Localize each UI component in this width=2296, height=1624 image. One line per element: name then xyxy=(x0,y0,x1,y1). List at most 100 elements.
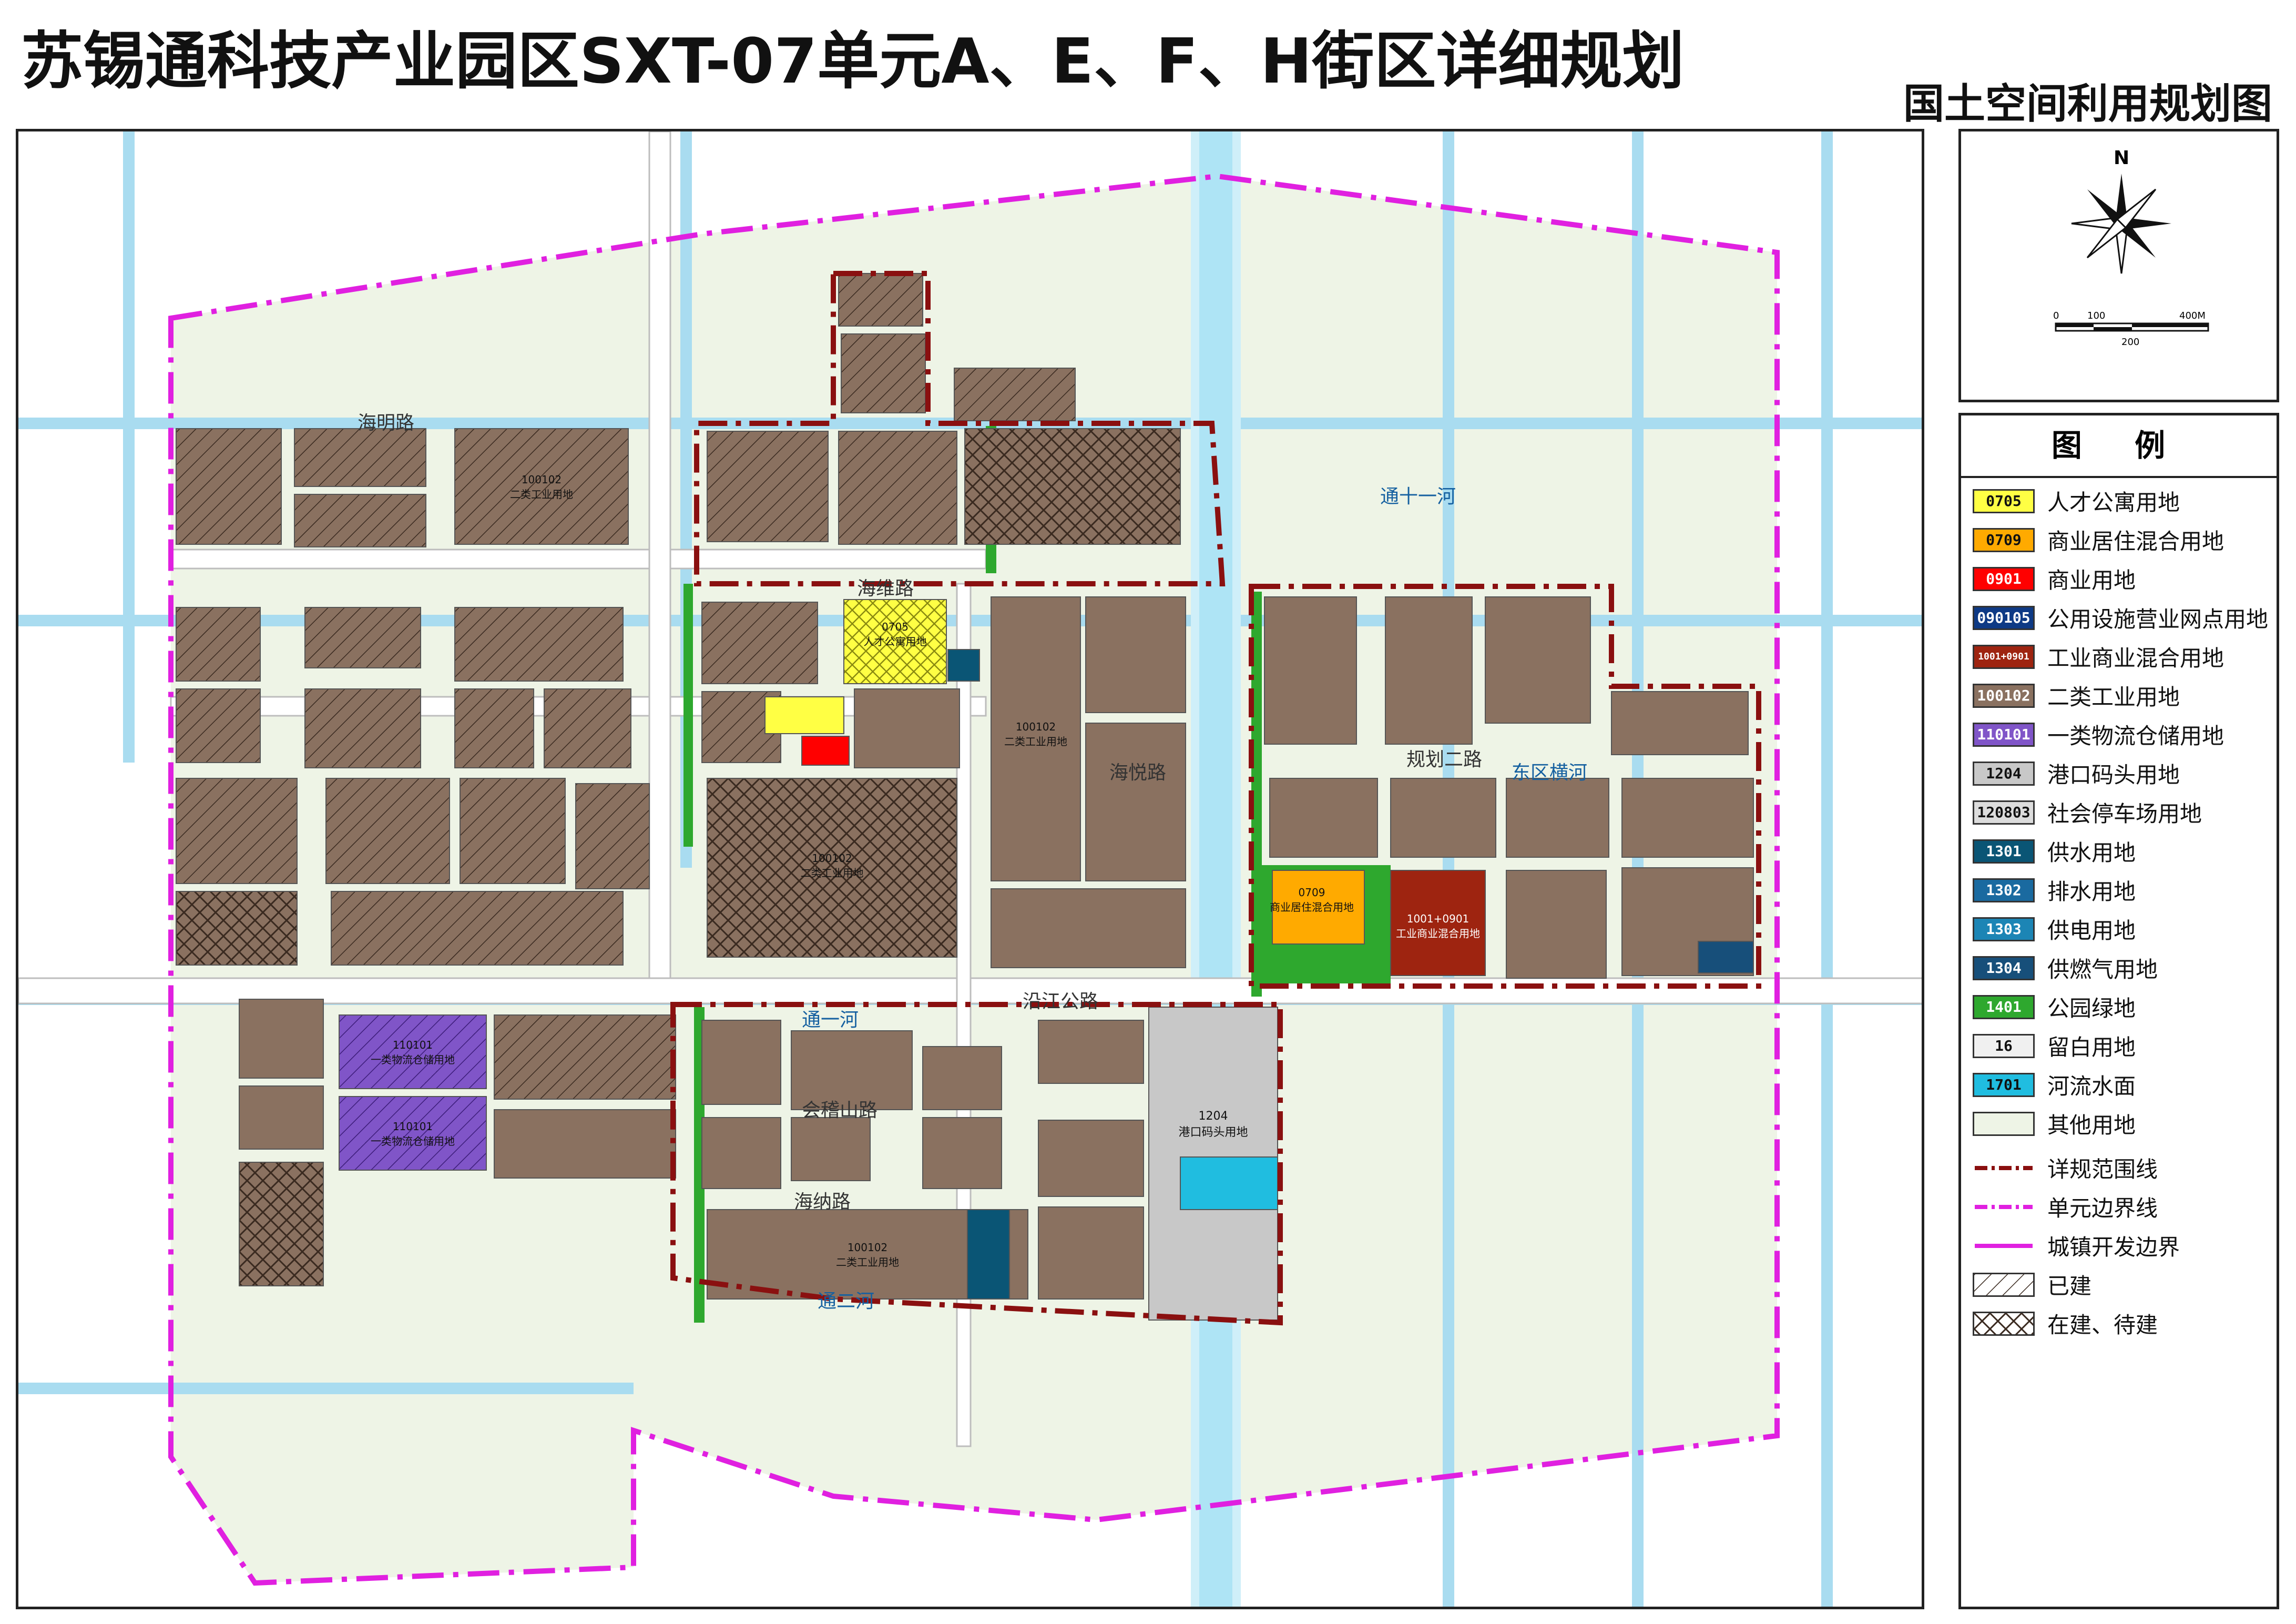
legend-item: 1401 公园绿地 xyxy=(1973,992,2136,1021)
legend-item: 1001+0901 工业商业混合用地 xyxy=(1973,642,2224,671)
legend-swatch: 1301 xyxy=(1973,839,2035,864)
parcel xyxy=(838,273,923,327)
legend-label: 社会停车场用地 xyxy=(2047,801,2202,827)
scale-tick: 400M xyxy=(2179,310,2206,321)
parcel xyxy=(922,1046,1002,1110)
legend-item: 1304 供燃气用地 xyxy=(1973,953,2158,982)
legend-label: 商业用地 xyxy=(2047,567,2136,593)
parcel xyxy=(991,888,1186,968)
parcel xyxy=(176,688,261,763)
parcel xyxy=(1621,778,1754,858)
road-label: 海明路 xyxy=(358,412,415,434)
legend-label: 在建、待建 xyxy=(2047,1312,2158,1338)
hatch-icon xyxy=(1974,1274,2033,1295)
parcel xyxy=(460,778,566,884)
legend-swatch: 0705 xyxy=(1973,489,2035,513)
parcel xyxy=(1506,870,1607,979)
parcel xyxy=(954,368,1076,421)
legend-label: 一类物流仓储用地 xyxy=(2047,723,2224,749)
parcel-label: 100102 二类工业用地 xyxy=(800,852,864,879)
legend-item: 1301 供水用地 xyxy=(1973,837,2136,866)
legend-swatch xyxy=(1973,1195,2035,1219)
parcel xyxy=(304,688,421,768)
parcel xyxy=(176,428,282,545)
legend-title: 图 例 xyxy=(1961,415,2277,478)
legend-label: 港口码头用地 xyxy=(2047,762,2180,788)
legend-item: 城镇开发边界 xyxy=(1973,1231,2180,1260)
legend-item: 详规范围线 xyxy=(1973,1153,2158,1182)
legend-item: 0705 人才公寓用地 xyxy=(1973,486,2180,515)
parcel-label: 1001+0901 工业商业混合用地 xyxy=(1396,912,1480,940)
road-label: 海悦路 xyxy=(1109,762,1167,784)
legend-item: 1303 供电用地 xyxy=(1973,915,2136,943)
parcel xyxy=(239,1162,324,1286)
power-parcel xyxy=(947,649,980,682)
legend-item: 090105 公用设施营业网点用地 xyxy=(1973,603,2268,632)
legend-swatch xyxy=(1973,1156,2035,1180)
legend-item: 0709 商业居住混合用地 xyxy=(1973,525,2224,554)
road-label: 规划二路 xyxy=(1406,749,1483,770)
legend-label: 河流水面 xyxy=(2047,1073,2136,1099)
parcel-label: 100102 二类工业用地 xyxy=(510,473,573,501)
legend-item: 110101 一类物流仓储用地 xyxy=(1973,720,2224,749)
parcel xyxy=(1085,596,1186,713)
legend-item: 16 留白用地 xyxy=(1973,1031,2136,1060)
legend-swatch: 1303 xyxy=(1973,917,2035,941)
legend-swatch: 1304 xyxy=(1973,956,2035,980)
gas-parcel xyxy=(1698,941,1754,973)
parcel xyxy=(1611,691,1749,755)
parcel xyxy=(1038,1120,1144,1197)
legend-label: 详规范围线 xyxy=(2047,1156,2158,1182)
parcel xyxy=(239,999,324,1079)
river-label: 通一河 xyxy=(802,1009,859,1031)
parcel xyxy=(964,428,1181,545)
parcel xyxy=(176,778,298,884)
legend-item: 已建 xyxy=(1973,1270,2091,1299)
parcel xyxy=(1085,723,1186,881)
parcel xyxy=(701,1117,781,1189)
parcel xyxy=(454,688,534,768)
legend-swatch: 1001+0901 xyxy=(1973,644,2035,669)
legend-item: 在建、待建 xyxy=(1973,1309,2158,1338)
parcel-label: 110101 一类物流仓储用地 xyxy=(371,1120,455,1148)
legend-label: 人才公寓用地 xyxy=(2047,490,2180,515)
scale-mid: 200 xyxy=(2121,337,2140,348)
legend-label: 商业居住混合用地 xyxy=(2047,529,2224,554)
legend-label: 单元边界线 xyxy=(2047,1195,2158,1221)
parcel xyxy=(841,333,926,413)
parcel xyxy=(1038,1020,1144,1084)
parcel xyxy=(294,494,426,547)
page-title: 苏锡通科技产业园区SXT-07单元A、E、F、H街区详细规划 xyxy=(21,25,1685,97)
legend-swatch xyxy=(1973,1272,2035,1297)
legend-swatch: 120803 xyxy=(1973,800,2035,825)
legend-label: 供电用地 xyxy=(2047,918,2136,943)
parcel-label: 0709 商业居住混合用地 xyxy=(1270,886,1354,914)
legend-item: 100102 二类工业用地 xyxy=(1973,681,2180,710)
parcel xyxy=(1390,778,1496,858)
river-label: 通二河 xyxy=(818,1291,875,1312)
line-style-icon xyxy=(1975,1243,2033,1248)
scale-tick: 0 xyxy=(2053,310,2059,321)
legend-item: 单元边界线 xyxy=(1973,1192,2158,1221)
planning-map[interactable]: 海明路 海维路 海悦路 沿江公路 会稽山路 海纳路 规划二路 通十一河 通一河 … xyxy=(16,129,1924,1609)
parcel-label: 100102 二类工业用地 xyxy=(836,1241,899,1268)
legend-swatch: 16 xyxy=(1973,1033,2035,1058)
parcel xyxy=(239,1085,324,1150)
legend-item: 120803 社会停车场用地 xyxy=(1973,798,2202,827)
legend-swatch: 0901 xyxy=(1973,566,2035,591)
road-label: 海纳路 xyxy=(794,1191,851,1213)
parcel xyxy=(325,778,450,884)
parcel xyxy=(494,1109,676,1179)
river-label: 通十一河 xyxy=(1380,486,1456,508)
parcel-label: 110101 一类物流仓储用地 xyxy=(371,1039,455,1066)
legend-swatch: 1204 xyxy=(1973,761,2035,786)
legend: 图 例 0705 人才公寓用地 0709 商业居住混合用地 0901 商业用地 090105… xyxy=(1958,413,2279,1609)
legend-swatch xyxy=(1973,1311,2035,1336)
legend-label: 二类工业用地 xyxy=(2047,684,2180,710)
parcel xyxy=(701,1020,781,1105)
legend-swatch: 100102 xyxy=(1973,683,2035,708)
legend-swatch: 0709 xyxy=(1973,527,2035,552)
parcel-label: 100102 二类工业用地 xyxy=(1004,720,1067,748)
compass-box: N 0 100 400M 200 xyxy=(1958,129,2279,402)
parcel xyxy=(1506,778,1609,858)
